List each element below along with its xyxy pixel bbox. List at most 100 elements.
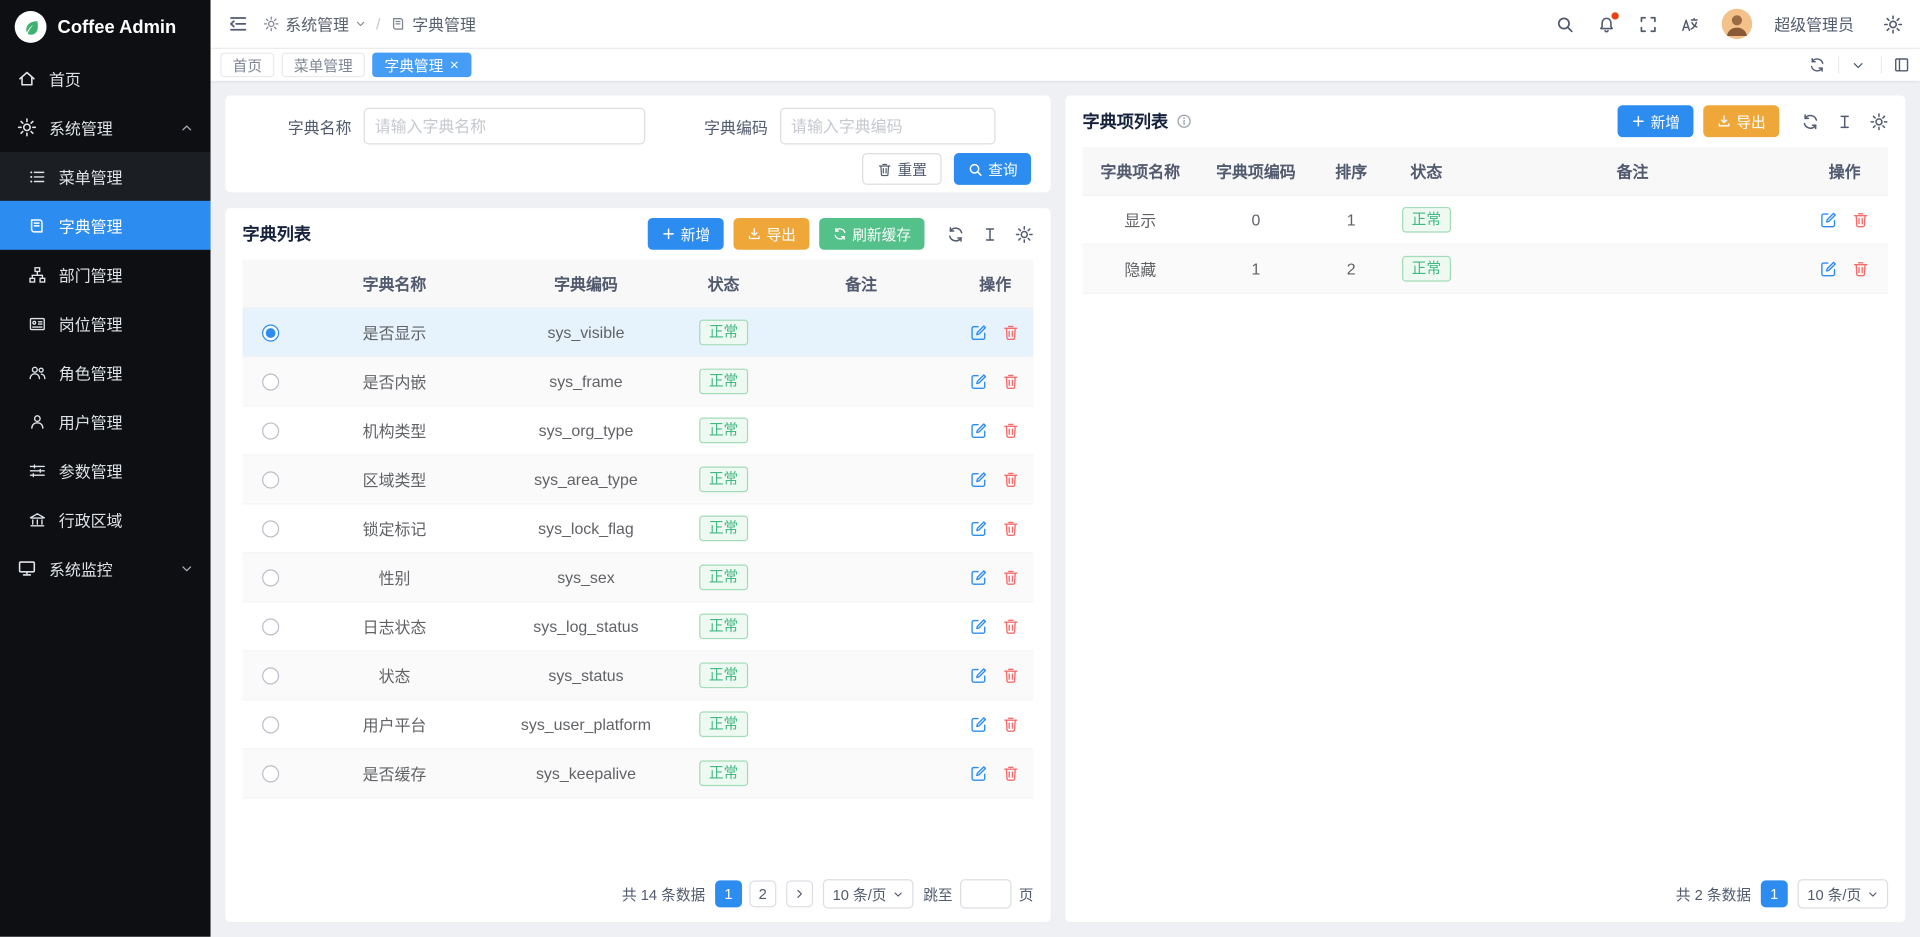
avatar[interactable] xyxy=(1722,9,1753,40)
table-row[interactable]: 性别sys_sex正常 xyxy=(242,553,1033,602)
close-icon[interactable] xyxy=(449,60,459,70)
gear-icon[interactable] xyxy=(1883,14,1903,34)
dict-code-input[interactable] xyxy=(780,108,996,145)
delete-icon[interactable] xyxy=(1002,666,1020,684)
chevron-down-icon[interactable] xyxy=(1851,58,1864,71)
row-radio[interactable] xyxy=(262,716,279,733)
table-row[interactable]: 机构类型sys_org_type正常 xyxy=(242,407,1033,456)
text-size-icon[interactable] xyxy=(1836,112,1854,130)
sidebar-item-dept-mgmt[interactable]: 部门管理 xyxy=(0,250,211,299)
sidebar-item-home[interactable]: 首页 xyxy=(0,54,211,103)
page-button[interactable]: 1 xyxy=(1761,880,1788,907)
collapse-menu-icon[interactable] xyxy=(228,13,249,34)
export-button[interactable]: 导出 xyxy=(733,218,809,250)
sidebar-item-menu-mgmt[interactable]: 菜单管理 xyxy=(0,152,211,201)
current-user[interactable]: 超级管理员 xyxy=(1774,12,1854,35)
edit-icon[interactable] xyxy=(970,764,988,782)
expand-layout-icon[interactable] xyxy=(1881,56,1910,73)
delete-icon[interactable] xyxy=(1002,421,1020,439)
delete-icon[interactable] xyxy=(1002,715,1020,733)
edit-icon[interactable] xyxy=(970,323,988,341)
edit-icon[interactable] xyxy=(970,666,988,684)
delete-icon[interactable] xyxy=(1002,617,1020,635)
edit-icon[interactable] xyxy=(1820,211,1838,229)
edit-icon[interactable] xyxy=(970,470,988,488)
sidebar-item-post-mgmt[interactable]: 岗位管理 xyxy=(0,299,211,348)
text-size-icon[interactable] xyxy=(981,225,999,243)
tab-dict-mgmt[interactable]: 字典管理 xyxy=(372,53,471,77)
edit-icon[interactable] xyxy=(970,617,988,635)
page-button[interactable]: 1 xyxy=(715,880,742,907)
page-button[interactable]: 2 xyxy=(749,880,776,907)
status-badge: 正常 xyxy=(699,467,748,493)
sidebar-item-user-mgmt[interactable]: 用户管理 xyxy=(0,397,211,446)
table-row[interactable]: 显示01正常 xyxy=(1082,196,1888,245)
row-radio[interactable] xyxy=(262,471,279,488)
sidebar-item-monitor[interactable]: 系统监控 xyxy=(0,544,211,593)
row-radio[interactable] xyxy=(262,765,279,782)
table-row[interactable]: 是否缓存sys_keepalive正常 xyxy=(242,749,1033,798)
app-logo[interactable]: Coffee Admin xyxy=(0,0,211,54)
delete-icon[interactable] xyxy=(1002,323,1020,341)
query-button[interactable]: 查询 xyxy=(954,153,1031,185)
add-button[interactable]: 新增 xyxy=(648,218,724,250)
add-item-button[interactable]: 新增 xyxy=(1618,105,1694,137)
search-icon[interactable] xyxy=(1555,14,1575,34)
reset-button[interactable]: 重置 xyxy=(862,153,942,185)
edit-icon[interactable] xyxy=(970,519,988,537)
table-row[interactable]: 隐藏12正常 xyxy=(1082,245,1888,294)
row-radio[interactable] xyxy=(262,324,279,341)
refresh-icon[interactable] xyxy=(1809,56,1826,73)
fullscreen-icon[interactable] xyxy=(1638,14,1658,34)
tab-menu-mgmt[interactable]: 菜单管理 xyxy=(282,53,365,77)
row-radio[interactable] xyxy=(262,373,279,390)
next-page-button[interactable] xyxy=(786,880,813,907)
sidebar-item-system[interactable]: 系统管理 xyxy=(0,103,211,152)
sidebar-item-dict-mgmt[interactable]: 字典管理 xyxy=(0,201,211,250)
table-row[interactable]: 用户平台sys_user_platform正常 xyxy=(242,700,1033,749)
row-radio[interactable] xyxy=(262,520,279,537)
tab-home[interactable]: 首页 xyxy=(220,53,274,77)
column-settings-icon[interactable] xyxy=(1870,112,1888,130)
edit-icon[interactable] xyxy=(1820,260,1838,278)
refresh-icon[interactable] xyxy=(1801,112,1819,130)
table-row[interactable]: 是否内嵌sys_frame正常 xyxy=(242,358,1033,407)
edit-icon[interactable] xyxy=(970,715,988,733)
delete-icon[interactable] xyxy=(1002,568,1020,586)
refresh-icon[interactable] xyxy=(947,225,965,243)
table-row[interactable]: 锁定标记sys_lock_flag正常 xyxy=(242,504,1033,553)
sidebar-item-region[interactable]: 行政区域 xyxy=(0,495,211,544)
table-row[interactable]: 是否显示sys_visible正常 xyxy=(242,309,1033,358)
sidebar-item-role-mgmt[interactable]: 角色管理 xyxy=(0,348,211,397)
breadcrumb-dict[interactable]: 字典管理 xyxy=(390,12,476,35)
delete-icon[interactable] xyxy=(1851,260,1869,278)
table-row[interactable]: 区域类型sys_area_type正常 xyxy=(242,456,1033,505)
bell-icon[interactable] xyxy=(1597,14,1617,34)
page-size-select[interactable]: 10 条/页 xyxy=(1798,879,1889,908)
row-radio[interactable] xyxy=(262,618,279,635)
row-radio[interactable] xyxy=(262,667,279,684)
export-item-button[interactable]: 导出 xyxy=(1703,105,1779,137)
page-size-select[interactable]: 10 条/页 xyxy=(823,879,914,908)
delete-icon[interactable] xyxy=(1851,211,1869,229)
table-row[interactable]: 日志状态sys_log_status正常 xyxy=(242,602,1033,651)
row-radio[interactable] xyxy=(262,422,279,439)
jump-page-input[interactable] xyxy=(960,879,1011,908)
edit-icon[interactable] xyxy=(970,372,988,390)
delete-icon[interactable] xyxy=(1002,764,1020,782)
delete-icon[interactable] xyxy=(1002,372,1020,390)
sidebar-item-param-mgmt[interactable]: 参数管理 xyxy=(0,446,211,495)
delete-icon[interactable] xyxy=(1002,519,1020,537)
table-row[interactable]: 状态sys_status正常 xyxy=(242,651,1033,700)
edit-icon[interactable] xyxy=(970,421,988,439)
dict-name-input[interactable] xyxy=(364,108,646,145)
breadcrumb-system[interactable]: 系统管理 xyxy=(263,12,366,35)
translate-icon[interactable] xyxy=(1680,14,1700,34)
delete-icon[interactable] xyxy=(1002,470,1020,488)
edit-icon[interactable] xyxy=(970,568,988,586)
refresh-cache-button[interactable]: 刷新缓存 xyxy=(819,218,924,250)
info-icon[interactable] xyxy=(1176,113,1193,130)
dict-code-cell: sys_lock_flag xyxy=(490,504,681,552)
column-settings-icon[interactable] xyxy=(1015,225,1033,243)
row-radio[interactable] xyxy=(262,569,279,586)
